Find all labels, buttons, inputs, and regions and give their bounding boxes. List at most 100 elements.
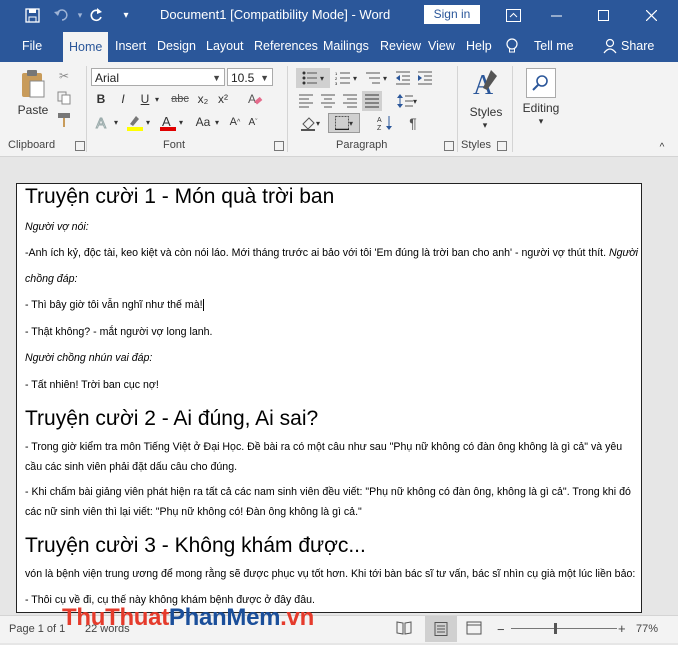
divider bbox=[512, 66, 513, 152]
decrease-indent-icon[interactable] bbox=[393, 68, 413, 88]
tab-mailings[interactable]: Mailings bbox=[323, 30, 369, 62]
font-launcher-icon[interactable] bbox=[274, 141, 284, 151]
maximize-icon[interactable] bbox=[580, 0, 626, 30]
tab-help[interactable]: Help bbox=[466, 30, 492, 62]
shrink-font-icon[interactable]: Aˇ bbox=[244, 112, 262, 132]
shading-icon[interactable]: ▾ bbox=[296, 113, 324, 133]
bullets-button[interactable]: ▾ bbox=[296, 68, 330, 88]
text-effects-icon[interactable]: A bbox=[93, 112, 113, 132]
bold-button[interactable]: B bbox=[92, 90, 110, 108]
subscript-button[interactable]: x₂ bbox=[194, 90, 212, 108]
divider bbox=[86, 66, 87, 152]
multilevel-list-icon[interactable]: ▾ bbox=[362, 68, 390, 88]
chevron-down-icon[interactable]: ▾ bbox=[112, 112, 120, 132]
tab-view[interactable]: View bbox=[428, 30, 455, 62]
grow-font-icon[interactable]: A ^ bbox=[226, 112, 244, 132]
styles-button[interactable]: Styles bbox=[464, 104, 508, 120]
editing-button[interactable]: Editing bbox=[516, 100, 566, 116]
align-right-icon[interactable] bbox=[340, 91, 360, 111]
chevron-down-icon[interactable]: ▾ bbox=[478, 120, 492, 130]
justify-icon[interactable] bbox=[362, 91, 382, 111]
clipboard-group-label: Clipboard bbox=[8, 139, 56, 151]
superscript-button[interactable]: x² bbox=[214, 90, 232, 108]
customize-toolbar-icon[interactable]: ▾ bbox=[116, 5, 136, 25]
borders-icon[interactable]: ▾ bbox=[328, 113, 360, 133]
tab-references[interactable]: References bbox=[254, 30, 318, 62]
font-color-icon[interactable]: A bbox=[158, 112, 178, 132]
sort-icon[interactable]: AZ bbox=[374, 113, 396, 133]
tab-home[interactable]: Home bbox=[63, 32, 109, 62]
paragraph-line: - Khi chấm bài giảng viên phát hiện ra t… bbox=[25, 486, 631, 498]
ribbon-display-icon[interactable] bbox=[503, 5, 523, 25]
underline-button[interactable]: U bbox=[136, 90, 154, 108]
web-layout-icon[interactable] bbox=[466, 621, 482, 637]
chevron-down-icon[interactable]: ▾ bbox=[144, 112, 152, 132]
paste-icon[interactable] bbox=[18, 68, 48, 100]
align-left-icon[interactable] bbox=[296, 91, 316, 111]
paragraph-launcher-icon[interactable] bbox=[444, 141, 454, 151]
strikethrough-button[interactable]: abc bbox=[168, 90, 192, 108]
align-center-icon[interactable] bbox=[318, 91, 338, 111]
lightbulb-icon[interactable] bbox=[506, 30, 522, 62]
font-group-label: Font bbox=[163, 139, 186, 151]
underline-dropdown-icon[interactable]: ▾ bbox=[153, 90, 161, 108]
font-size-dropdown[interactable]: 10.5 ▼ bbox=[227, 68, 273, 86]
sign-in-button[interactable]: Sign in bbox=[424, 5, 480, 24]
tab-design[interactable]: Design bbox=[157, 30, 196, 62]
redo-icon[interactable] bbox=[86, 5, 106, 25]
undo-icon[interactable] bbox=[52, 5, 72, 25]
highlight-icon[interactable] bbox=[125, 112, 145, 132]
collapse-ribbon-icon[interactable]: ^ bbox=[656, 142, 668, 153]
clear-formatting-icon[interactable]: A bbox=[244, 90, 266, 108]
share-icon[interactable] bbox=[603, 30, 619, 62]
line-spacing-icon[interactable]: ▾ bbox=[393, 91, 421, 111]
styles-group-label: Styles bbox=[461, 139, 491, 151]
save-icon[interactable] bbox=[22, 5, 42, 25]
change-case-button[interactable]: Aa bbox=[192, 112, 214, 132]
heading-1: Truyện cười 1 - Món quà trời ban bbox=[25, 185, 335, 208]
tab-review[interactable]: Review bbox=[380, 30, 421, 62]
document-page[interactable]: Truyện cười 1 - Món quà trời ban Người v… bbox=[16, 183, 642, 613]
zoom-out-icon[interactable]: − bbox=[497, 622, 505, 637]
zoom-level[interactable]: 77% bbox=[636, 623, 658, 635]
chevron-down-icon[interactable]: ▾ bbox=[213, 112, 221, 132]
format-painter-icon[interactable] bbox=[54, 110, 74, 130]
copy-icon[interactable] bbox=[54, 88, 74, 108]
chevron-down-icon: ▾ bbox=[315, 118, 320, 128]
cut-icon[interactable]: ✂ bbox=[54, 66, 74, 86]
text-cursor bbox=[202, 299, 204, 312]
svg-text:Z: Z bbox=[377, 125, 382, 131]
chevron-down-icon: ▾ bbox=[319, 73, 324, 83]
chevron-down-icon[interactable]: ▾ bbox=[177, 112, 185, 132]
minimize-icon[interactable] bbox=[533, 0, 579, 30]
svg-text:A: A bbox=[377, 117, 382, 124]
styles-icon[interactable]: A bbox=[468, 66, 504, 104]
chevron-down-icon[interactable]: ▾ bbox=[534, 116, 548, 126]
paste-button[interactable]: Paste bbox=[13, 102, 53, 118]
numbering-icon[interactable]: 123 ▾ bbox=[332, 68, 360, 88]
clipboard-launcher-icon[interactable] bbox=[75, 141, 85, 151]
close-icon[interactable] bbox=[628, 0, 674, 30]
tab-layout[interactable]: Layout bbox=[206, 30, 244, 62]
read-mode-icon[interactable] bbox=[396, 621, 412, 637]
zoom-slider-thumb[interactable] bbox=[554, 623, 557, 634]
title-bar: ▾ ▾ Document1 [Compatibility Mode] - Wor… bbox=[0, 0, 678, 30]
italic-button[interactable]: I bbox=[114, 90, 132, 108]
zoom-slider[interactable] bbox=[511, 628, 617, 629]
svg-text:A: A bbox=[96, 115, 106, 130]
search-icon[interactable] bbox=[526, 68, 556, 98]
zoom-in-icon[interactable]: + bbox=[618, 621, 626, 636]
styles-launcher-icon[interactable] bbox=[497, 141, 507, 151]
font-name-dropdown[interactable]: Arial ▼ bbox=[91, 68, 225, 86]
tab-share[interactable]: Share bbox=[621, 30, 654, 62]
chevron-down-icon: ▼ bbox=[260, 73, 269, 83]
tell-me-search[interactable]: Tell me bbox=[534, 30, 574, 62]
page-count[interactable]: Page 1 of 1 bbox=[9, 623, 65, 635]
chevron-down-icon: ▾ bbox=[348, 118, 353, 128]
tab-file[interactable]: File bbox=[22, 30, 42, 62]
print-layout-icon[interactable] bbox=[425, 616, 457, 642]
tab-insert[interactable]: Insert bbox=[115, 30, 146, 62]
increase-indent-icon[interactable] bbox=[415, 68, 435, 88]
paragraph-marks-icon[interactable]: ¶ bbox=[403, 113, 423, 133]
heading-3: Truyện cười 3 - Không khám được... bbox=[25, 534, 366, 557]
